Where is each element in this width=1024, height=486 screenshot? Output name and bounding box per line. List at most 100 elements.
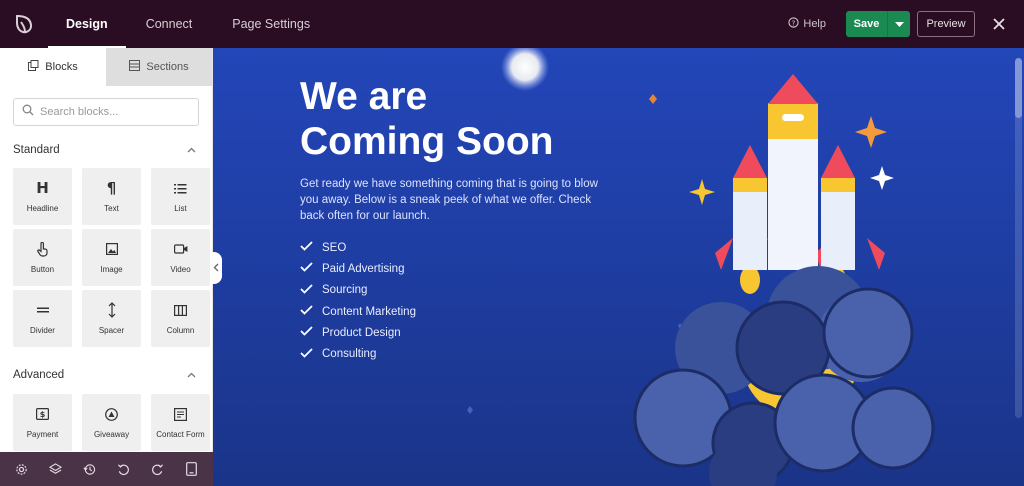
advanced-blocks-grid: $ Payment Giveaway Contact Form xyxy=(0,394,212,451)
list-item-label: Consulting xyxy=(322,348,377,361)
save-options-dropdown[interactable] xyxy=(887,11,910,37)
chevron-up-icon xyxy=(187,369,196,381)
block-label: Button xyxy=(30,265,55,274)
tab-design[interactable]: Design xyxy=(48,0,126,48)
history-icon[interactable] xyxy=(80,460,98,478)
search-icon xyxy=(22,103,34,121)
block-video[interactable]: Video xyxy=(151,229,210,286)
advanced-section-title: Advanced xyxy=(13,369,65,381)
top-navigation-bar: Design Connect Page Settings ? Help Save… xyxy=(0,0,1024,48)
standard-blocks-grid: H Headline ¶ Text List Button Image Vide… xyxy=(0,168,212,347)
preview-button[interactable]: Preview xyxy=(917,11,975,37)
svg-text:?: ? xyxy=(792,18,796,27)
block-contact-form[interactable]: Contact Form xyxy=(151,394,210,451)
settings-gear-icon[interactable] xyxy=(12,460,30,478)
redo-icon[interactable] xyxy=(149,460,167,478)
divider-icon xyxy=(36,302,49,318)
bottom-toolbar xyxy=(0,452,213,486)
block-button[interactable]: Button xyxy=(13,229,72,286)
block-text[interactable]: ¶ Text xyxy=(82,168,141,225)
list-item: Consulting xyxy=(300,343,416,364)
chevron-up-icon xyxy=(187,144,196,156)
help-label: Help xyxy=(803,18,826,30)
hero-headline: We are Coming Soon xyxy=(300,74,620,164)
block-list[interactable]: List xyxy=(151,168,210,225)
block-label: Payment xyxy=(26,430,59,439)
list-item: Sourcing xyxy=(300,280,416,301)
checkmark-icon xyxy=(300,305,313,318)
list-item: Product Design xyxy=(300,322,416,343)
columns-icon xyxy=(174,302,187,318)
block-label: Giveaway xyxy=(93,430,130,439)
features-checklist: SEO Paid Advertising Sourcing Content Ma… xyxy=(300,237,416,365)
block-giveaway[interactable]: Giveaway xyxy=(82,394,141,451)
block-label: Divider xyxy=(30,326,55,335)
block-label: List xyxy=(174,204,187,213)
list-item: Content Marketing xyxy=(300,301,416,322)
list-item-label: Paid Advertising xyxy=(322,262,405,275)
list-item: Paid Advertising xyxy=(300,258,416,279)
block-headline[interactable]: H Headline xyxy=(13,168,72,225)
page-canvas[interactable]: We are Coming Soon Get ready we have som… xyxy=(213,48,1024,486)
layers-icon[interactable] xyxy=(46,460,64,478)
payment-icon: $ xyxy=(36,406,49,422)
checkmark-icon xyxy=(300,241,313,254)
list-item-label: Content Marketing xyxy=(322,305,416,318)
seedprod-logo-icon[interactable] xyxy=(0,0,48,48)
device-preview-icon[interactable] xyxy=(183,460,201,478)
checkmark-icon xyxy=(300,262,313,275)
block-label: Video xyxy=(170,265,191,274)
tab-blocks-label: Blocks xyxy=(45,61,78,73)
checkmark-icon xyxy=(300,347,313,361)
spacer-icon xyxy=(107,302,117,318)
tab-sections[interactable]: Sections xyxy=(106,48,212,86)
giveaway-icon xyxy=(105,406,118,422)
help-question-icon: ? xyxy=(788,17,800,31)
blocks-sidebar: Blocks Sections Standard H Headline ¶ Te… xyxy=(0,48,213,452)
contact-form-icon xyxy=(174,406,187,422)
undo-icon[interactable] xyxy=(115,460,133,478)
heading-icon: H xyxy=(36,179,49,197)
caret-down-icon xyxy=(894,15,904,33)
block-label: Text xyxy=(104,204,119,213)
headline-line-2: Coming Soon xyxy=(300,120,554,163)
paragraph-icon: ¶ xyxy=(106,179,117,197)
tab-page-settings[interactable]: Page Settings xyxy=(212,0,330,48)
tab-sections-label: Sections xyxy=(146,61,189,73)
block-label: Image xyxy=(100,265,123,274)
blocks-icon xyxy=(28,60,39,74)
search-blocks-field xyxy=(13,98,199,126)
block-label: Contact Form xyxy=(156,430,205,439)
list-item-label: Sourcing xyxy=(322,284,368,297)
block-image[interactable]: Image xyxy=(82,229,141,286)
pointer-hand-icon xyxy=(36,241,49,257)
save-button[interactable]: Save xyxy=(846,11,887,37)
list-item: SEO xyxy=(300,237,416,258)
sections-icon xyxy=(129,60,141,74)
svg-text:$: $ xyxy=(40,410,46,419)
block-label: Headline xyxy=(26,204,59,213)
image-icon xyxy=(105,241,118,257)
advanced-section-header[interactable]: Advanced xyxy=(0,365,212,385)
save-button-group: Save xyxy=(846,11,910,37)
canvas-scrollbar-thumb[interactable] xyxy=(1015,58,1022,118)
tab-blocks[interactable]: Blocks xyxy=(0,48,106,86)
search-blocks-input[interactable] xyxy=(40,106,190,118)
standard-section-header[interactable]: Standard xyxy=(0,140,212,160)
headline-line-1: We are xyxy=(300,75,428,118)
block-divider[interactable]: Divider xyxy=(13,290,72,347)
help-link[interactable]: ? Help xyxy=(788,17,826,31)
block-payment[interactable]: $ Payment xyxy=(13,394,72,451)
collapse-sidebar-handle[interactable] xyxy=(210,252,222,284)
block-column[interactable]: Column xyxy=(151,290,210,347)
hero-description: Get ready we have something coming that … xyxy=(300,178,598,222)
chevron-left-icon xyxy=(213,259,219,277)
block-label: Spacer xyxy=(98,326,125,335)
video-camera-icon xyxy=(173,241,188,257)
list-icon xyxy=(174,180,187,196)
list-item-label: Product Design xyxy=(322,326,401,339)
block-label: Column xyxy=(166,326,195,335)
close-icon[interactable] xyxy=(989,14,1009,34)
tab-connect[interactable]: Connect xyxy=(126,0,213,48)
block-spacer[interactable]: Spacer xyxy=(82,290,141,347)
